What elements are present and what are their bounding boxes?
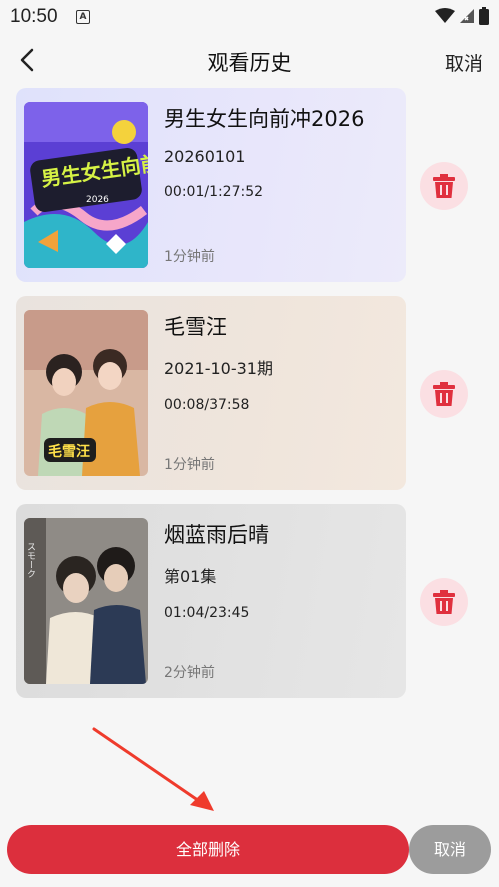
- episode-label: 第01集: [164, 567, 217, 586]
- notification-icon: A: [76, 10, 90, 24]
- history-info: 毛雪汪 2021-10-31期 00:08/37:58 1分钟前: [164, 310, 398, 478]
- delete-item-button[interactable]: [420, 162, 468, 210]
- battery-icon: [479, 7, 489, 25]
- episode-label: 20260101: [164, 147, 246, 166]
- cancel-button[interactable]: 取消: [409, 825, 491, 874]
- status-time: 10:50: [10, 6, 58, 27]
- annotation-arrow-icon: [92, 727, 214, 811]
- status-bar: 10:50 A: [0, 0, 499, 34]
- watched-time: 1分钟前: [164, 249, 215, 265]
- signal-icon: [460, 9, 474, 23]
- history-info: 烟蓝雨后晴 第01集 01:04/23:45 2分钟前: [164, 518, 398, 686]
- history-item[interactable]: 毛雪汪 毛雪汪 2021-10-31期 00:08/37:58 1分钟前: [16, 296, 406, 490]
- wifi-icon: [435, 8, 455, 23]
- poster-image: スモーク: [24, 518, 148, 684]
- cancel-button-top[interactable]: 取消: [445, 49, 483, 76]
- history-item[interactable]: スモーク 烟蓝雨后晴 第01集 01:04/23:45 2分钟前: [16, 504, 406, 698]
- history-item[interactable]: 男生女生向前冲 2026 男生女生向前冲2026 20260101 00:01/…: [16, 88, 406, 282]
- video-title: 烟蓝雨后晴: [164, 523, 269, 547]
- trash-icon: [433, 590, 455, 614]
- poster-side-text: スモーク: [25, 542, 35, 578]
- status-icons: [435, 7, 489, 25]
- poster-image: 毛雪汪: [24, 310, 148, 476]
- watched-time: 2分钟前: [164, 665, 215, 681]
- trash-icon: [433, 382, 455, 406]
- trash-icon: [433, 174, 455, 198]
- watch-progress: 00:08/37:58: [164, 397, 250, 413]
- header: 观看历史 取消: [0, 36, 499, 86]
- watch-progress: 01:04/23:45: [164, 605, 250, 621]
- watched-time: 1分钟前: [164, 457, 215, 473]
- poster-year: 2026: [86, 195, 109, 205]
- delete-all-button[interactable]: 全部删除: [7, 825, 409, 874]
- video-title: 毛雪汪: [164, 315, 227, 339]
- poster-image: 男生女生向前冲 2026: [24, 102, 148, 268]
- video-title: 男生女生向前冲2026: [164, 107, 365, 131]
- history-info: 男生女生向前冲2026 20260101 00:01/1:27:52 1分钟前: [164, 102, 398, 270]
- watch-progress: 00:01/1:27:52: [164, 184, 264, 200]
- page-title: 观看历史: [207, 51, 292, 75]
- episode-label: 2021-10-31期: [164, 359, 273, 378]
- delete-item-button[interactable]: [420, 370, 468, 418]
- poster-logo: 毛雪汪: [48, 443, 90, 460]
- delete-item-button[interactable]: [420, 578, 468, 626]
- history-list: 男生女生向前冲 2026 男生女生向前冲2026 20260101 00:01/…: [16, 88, 406, 712]
